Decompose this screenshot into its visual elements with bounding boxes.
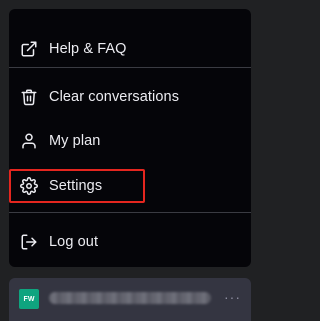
user-name-redacted — [49, 292, 211, 304]
gear-icon — [20, 177, 38, 195]
help-faq-item[interactable]: Help & FAQ — [9, 29, 251, 69]
external-link-icon — [20, 40, 38, 58]
user-profile-button[interactable]: FW ··· — [9, 278, 251, 321]
menu-divider — [9, 67, 251, 68]
trash-icon — [20, 88, 38, 106]
clear-conversations-item[interactable]: Clear conversations — [9, 77, 251, 117]
help-faq-label: Help & FAQ — [49, 41, 127, 57]
more-options-icon[interactable]: ··· — [224, 290, 241, 304]
menu-divider — [9, 212, 251, 213]
settings-item[interactable]: Settings — [9, 166, 251, 206]
settings-label: Settings — [49, 178, 103, 194]
clear-conversations-label: Clear conversations — [49, 89, 180, 105]
user-icon — [20, 132, 38, 150]
logout-icon — [20, 233, 38, 251]
log-out-label: Log out — [49, 234, 99, 250]
avatar: FW — [19, 289, 39, 309]
log-out-item[interactable]: Log out — [9, 222, 251, 262]
account-menu: Help & FAQ Clear conversations My plan S… — [9, 9, 251, 267]
my-plan-item[interactable]: My plan — [9, 121, 251, 161]
my-plan-label: My plan — [49, 133, 101, 149]
